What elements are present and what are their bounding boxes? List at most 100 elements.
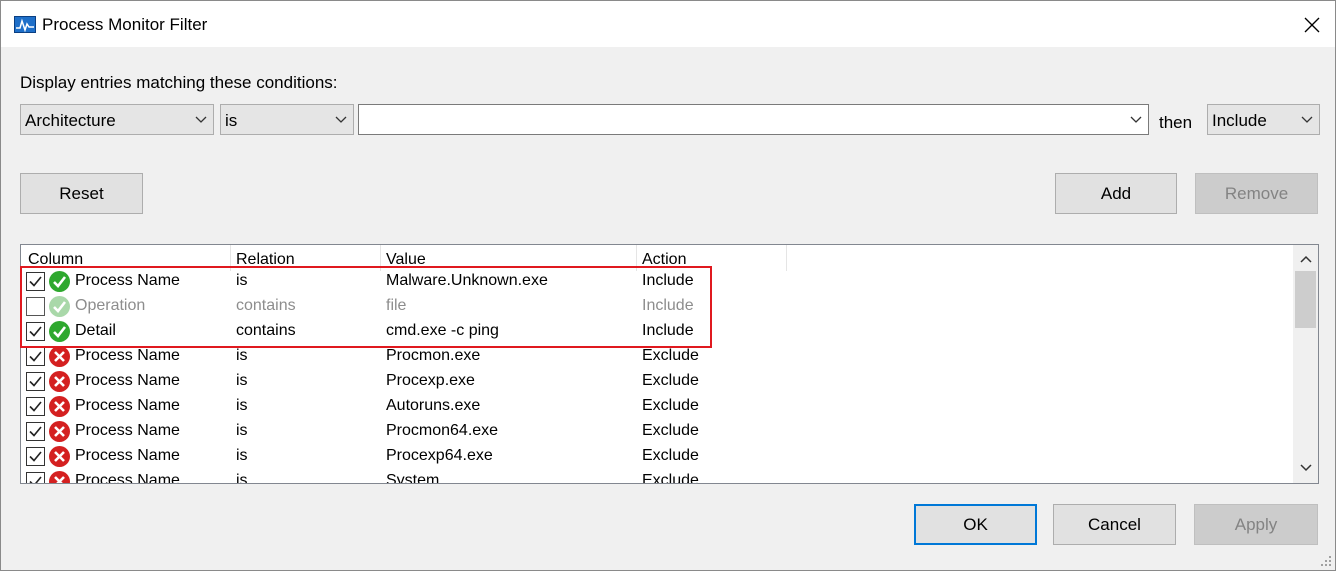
row-value: Procexp64.exe <box>386 447 493 464</box>
row-relation: is <box>236 422 248 439</box>
column-select[interactable]: Architecture <box>20 104 214 135</box>
exclude-icon <box>49 446 70 467</box>
checkmark-icon <box>29 276 42 287</box>
row-action: Include <box>642 297 694 314</box>
value-combobox[interactable] <box>358 104 1149 135</box>
row-column: Process Name <box>75 422 180 439</box>
row-checkbox[interactable] <box>26 297 45 316</box>
row-column: Process Name <box>75 347 180 364</box>
scroll-down-icon[interactable] <box>1300 464 1312 472</box>
row-checkbox[interactable] <box>26 397 45 416</box>
cancel-button[interactable]: Cancel <box>1053 504 1176 545</box>
checkmark-icon <box>29 426 42 437</box>
scrollbar-thumb[interactable] <box>1295 271 1316 328</box>
row-value: Malware.Unknown.exe <box>386 272 548 289</box>
relation-select[interactable]: is <box>220 104 354 135</box>
ok-button[interactable]: OK <box>914 504 1037 545</box>
column-header-action[interactable]: Action <box>637 245 787 271</box>
row-checkbox[interactable] <box>26 322 45 341</box>
row-column: Process Name <box>75 372 180 389</box>
checkmark-icon <box>29 376 42 387</box>
chevron-down-icon <box>1301 116 1313 123</box>
row-checkbox[interactable] <box>26 272 45 291</box>
action-select-value: Include <box>1212 111 1267 130</box>
reset-button[interactable]: Reset <box>20 173 143 214</box>
row-action: Exclude <box>642 422 699 439</box>
checkmark-icon <box>29 476 42 483</box>
table-row[interactable]: Process Name is Procmon.exe Exclude <box>21 344 1293 369</box>
scroll-up-icon[interactable] <box>1300 255 1312 263</box>
checkmark-icon <box>29 351 42 362</box>
process-monitor-app-icon <box>14 16 36 33</box>
row-relation: is <box>236 347 248 364</box>
exclude-icon <box>49 396 70 417</box>
resize-grip-icon[interactable] <box>1320 555 1332 567</box>
filter-list[interactable]: Column Relation Value Action Process Nam… <box>20 244 1319 484</box>
include-icon <box>49 296 70 317</box>
then-label: then <box>1159 113 1193 132</box>
row-checkbox[interactable] <box>26 472 45 483</box>
table-row[interactable]: Process Name is Procexp64.exe Exclude <box>21 444 1293 469</box>
row-value: cmd.exe -c ping <box>386 322 499 339</box>
row-value: Autoruns.exe <box>386 397 481 414</box>
row-value: Procmon64.exe <box>386 422 499 439</box>
table-row[interactable]: Process Name is Procexp.exe Exclude <box>21 369 1293 394</box>
include-icon <box>49 271 70 292</box>
row-action: Exclude <box>642 397 699 414</box>
column-select-value: Architecture <box>25 111 116 130</box>
row-checkbox[interactable] <box>26 422 45 441</box>
row-checkbox[interactable] <box>26 372 45 391</box>
column-header-column[interactable]: Column <box>21 245 231 271</box>
close-button[interactable] <box>1291 6 1331 42</box>
row-action: Exclude <box>642 347 699 364</box>
row-value: Procexp.exe <box>386 372 475 389</box>
chevron-down-icon <box>335 116 347 123</box>
table-row[interactable]: Process Name is System Exclude <box>21 469 1293 484</box>
column-header-relation[interactable]: Relation <box>231 245 381 271</box>
row-relation: is <box>236 397 248 414</box>
row-relation: is <box>236 472 248 484</box>
checkmark-icon <box>29 451 42 462</box>
table-row[interactable]: Detail contains cmd.exe -c ping Include <box>21 319 1293 344</box>
row-column: Process Name <box>75 472 180 484</box>
row-relation: is <box>236 272 248 289</box>
row-column: Detail <box>75 322 116 339</box>
vertical-scrollbar[interactable] <box>1293 245 1318 483</box>
conditions-label: Display entries matching these condition… <box>20 73 338 92</box>
apply-button[interactable]: Apply <box>1194 504 1318 545</box>
row-action: Include <box>642 322 694 339</box>
row-checkbox[interactable] <box>26 347 45 366</box>
row-action: Exclude <box>642 372 699 389</box>
close-icon <box>1304 17 1320 33</box>
exclude-icon <box>49 346 70 367</box>
add-button[interactable]: Add <box>1055 173 1177 214</box>
table-row[interactable]: Process Name is Autoruns.exe Exclude <box>21 394 1293 419</box>
row-value: System <box>386 472 440 484</box>
row-action: Exclude <box>642 472 699 484</box>
row-action: Exclude <box>642 447 699 464</box>
relation-select-value: is <box>225 111 238 130</box>
table-row[interactable]: Process Name is Procmon64.exe Exclude <box>21 419 1293 444</box>
row-relation: is <box>236 372 248 389</box>
row-column: Process Name <box>75 447 180 464</box>
remove-button[interactable]: Remove <box>1195 173 1318 214</box>
exclude-icon <box>49 421 70 442</box>
row-relation: is <box>236 447 248 464</box>
row-action: Include <box>642 272 694 289</box>
table-row[interactable]: Process Name is Malware.Unknown.exe Include <box>21 269 1293 294</box>
row-column: Operation <box>75 297 146 314</box>
exclude-icon <box>49 371 70 392</box>
column-header-value[interactable]: Value <box>381 245 637 271</box>
title-bar: Process Monitor Filter <box>1 1 1335 47</box>
table-row[interactable]: Operation contains file Include <box>21 294 1293 319</box>
filter-dialog: Process Monitor Filter Display entries m… <box>0 0 1336 571</box>
row-column: Process Name <box>75 397 180 414</box>
row-column: Process Name <box>75 272 180 289</box>
action-select[interactable]: Include <box>1207 104 1320 135</box>
window-title: Process Monitor Filter <box>42 15 208 34</box>
row-checkbox[interactable] <box>26 447 45 466</box>
exclude-icon <box>49 471 70 483</box>
checkmark-icon <box>29 326 42 337</box>
chevron-down-icon <box>195 116 207 123</box>
row-value: file <box>386 297 407 314</box>
